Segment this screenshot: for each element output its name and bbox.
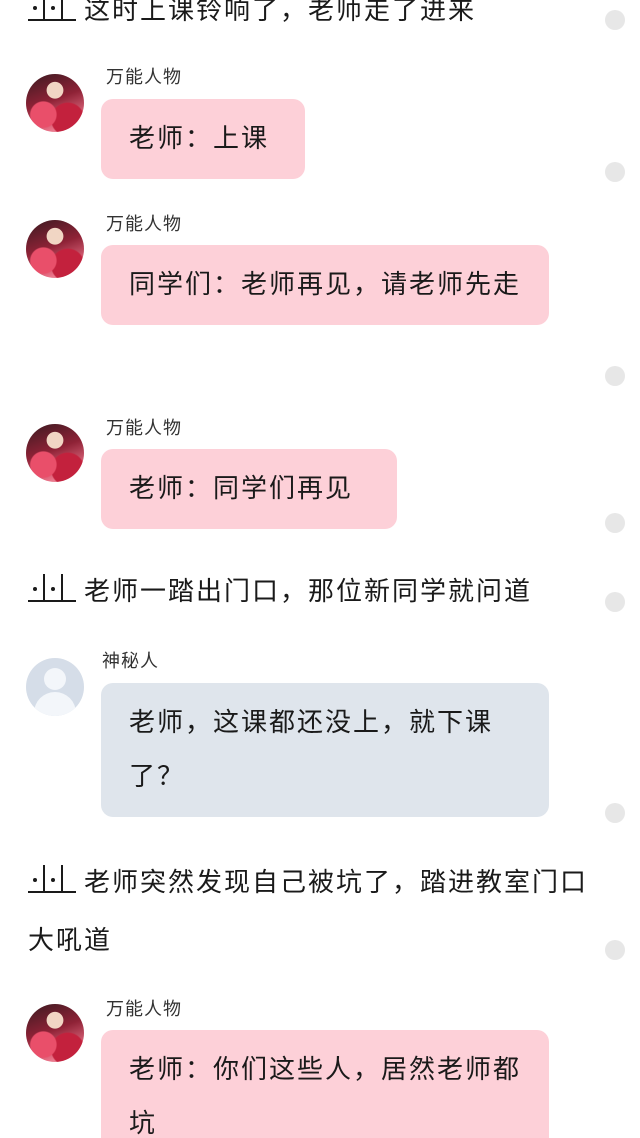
circle-dot-icon[interactable]	[605, 366, 625, 386]
character-avatar-icon[interactable]	[26, 220, 84, 278]
narration-text: 老师一踏出门口，那位新同学就问道	[84, 577, 533, 607]
double-bar-marker-icon	[28, 0, 76, 21]
sender-name: 神秘人	[102, 651, 159, 672]
character-avatar-icon[interactable]	[26, 74, 84, 132]
narration-text: 老师突然发现自己被坑了，踏进教室门口大吼道	[28, 868, 589, 956]
message-bubble[interactable]: 同学们：老师再见，请老师先走	[101, 245, 549, 325]
circle-dot-icon[interactable]	[605, 513, 625, 533]
narration-line: 老师突然发现自己被坑了，踏进教室门口大吼道	[28, 854, 588, 970]
message-bubble[interactable]: 老师：同学们再见	[101, 449, 397, 529]
double-bar-marker-icon	[28, 574, 76, 602]
narration-text: 这时上课铃响了，老师走了进来	[84, 0, 477, 26]
default-user-avatar-icon[interactable]	[26, 658, 84, 716]
chat-story-page: 这时上课铃响了，老师走了进来 万能人物 老师：上课 万能人物 同学们：老师再见，…	[0, 0, 640, 1138]
circle-dot-icon[interactable]	[605, 940, 625, 960]
sender-name: 万能人物	[106, 418, 182, 439]
character-avatar-icon[interactable]	[26, 424, 84, 482]
circle-dot-icon[interactable]	[605, 162, 625, 182]
circle-dot-icon[interactable]	[605, 803, 625, 823]
circle-dot-icon[interactable]	[605, 10, 625, 30]
sender-name: 万能人物	[106, 214, 182, 235]
message-bubble[interactable]: 老师：上课	[101, 99, 305, 179]
message-bubble[interactable]: 老师：你们这些人，居然老师都坑	[101, 1030, 549, 1138]
double-bar-marker-icon	[28, 865, 76, 893]
sender-name: 万能人物	[106, 999, 182, 1020]
circle-dot-icon[interactable]	[605, 592, 625, 612]
narration-line: 这时上课铃响了，老师走了进来	[28, 0, 588, 40]
narration-line: 老师一踏出门口，那位新同学就问道	[28, 563, 588, 621]
character-avatar-icon[interactable]	[26, 1004, 84, 1062]
sender-name: 万能人物	[106, 67, 182, 88]
message-bubble[interactable]: 老师，这课都还没上，就下课了？	[101, 683, 549, 817]
